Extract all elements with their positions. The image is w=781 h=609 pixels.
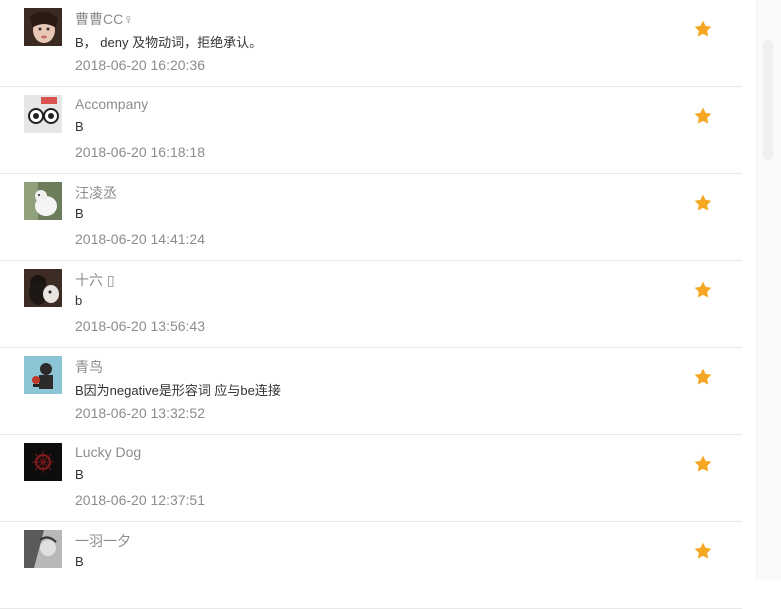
scrollbar-thumb[interactable] <box>763 40 773 160</box>
comment-item: 十六 ▯ b 2018-06-20 13:56:43 <box>0 261 742 348</box>
comment-item: 青鸟 B因为negative是形容词 应与be连接 2018-06-20 13:… <box>0 348 742 435</box>
avatar[interactable] <box>24 269 62 307</box>
star-icon[interactable] <box>693 193 713 213</box>
timestamp: 2018-06-20 12:37:51 <box>75 492 205 508</box>
avatar[interactable] <box>24 8 62 46</box>
user-name[interactable]: Accompany <box>75 96 148 112</box>
timestamp: 2018-06-20 13:56:43 <box>75 318 205 334</box>
comment-text: B <box>75 467 84 482</box>
timestamp: 2018-06-20 16:18:18 <box>75 144 205 160</box>
avatar[interactable] <box>24 95 62 133</box>
comment-item: 曹曹CC♀ B， deny 及物动词，拒绝承认。 2018-06-20 16:2… <box>0 0 742 87</box>
comment-list: 曹曹CC♀ B， deny 及物动词，拒绝承认。 2018-06-20 16:2… <box>0 0 742 609</box>
comment-item: Lucky Dog B 2018-06-20 12:37:51 <box>0 435 742 522</box>
star-icon[interactable] <box>693 367 713 387</box>
comment-text: B <box>75 119 84 134</box>
star-icon[interactable] <box>693 541 713 561</box>
user-name[interactable]: 汪凌丞 <box>75 183 117 203</box>
user-name[interactable]: 一羽一夕 <box>75 531 131 551</box>
timestamp: 2018-06-20 14:41:24 <box>75 231 205 247</box>
avatar[interactable] <box>24 443 62 481</box>
avatar[interactable] <box>24 356 62 394</box>
comment-item: Accompany B 2018-06-20 16:18:18 <box>0 87 742 174</box>
comment-text: b <box>75 293 83 308</box>
avatar[interactable] <box>24 182 62 220</box>
user-name[interactable]: 十六 ▯ <box>75 270 115 290</box>
user-name[interactable]: 青鸟 <box>75 357 103 377</box>
comment-text: B， deny 及物动词，拒绝承认。 <box>75 35 263 50</box>
comment-text: B因为negative是形容词 应与be连接 <box>75 383 281 398</box>
star-icon[interactable] <box>693 19 713 39</box>
scrollbar[interactable] <box>756 0 781 580</box>
comment-text: B <box>75 206 84 221</box>
user-name[interactable]: 曹曹CC♀ <box>75 9 134 29</box>
comment-item: 汪凌丞 B 2018-06-20 14:41:24 <box>0 174 742 261</box>
star-icon[interactable] <box>693 280 713 300</box>
star-icon[interactable] <box>693 454 713 474</box>
comment-item: 一羽一夕 B <box>0 522 742 609</box>
star-icon[interactable] <box>693 106 713 126</box>
timestamp: 2018-06-20 13:32:52 <box>75 405 205 421</box>
avatar[interactable] <box>24 530 62 568</box>
timestamp: 2018-06-20 16:20:36 <box>75 57 205 73</box>
comment-text: B <box>75 554 84 569</box>
user-name[interactable]: Lucky Dog <box>75 444 141 460</box>
